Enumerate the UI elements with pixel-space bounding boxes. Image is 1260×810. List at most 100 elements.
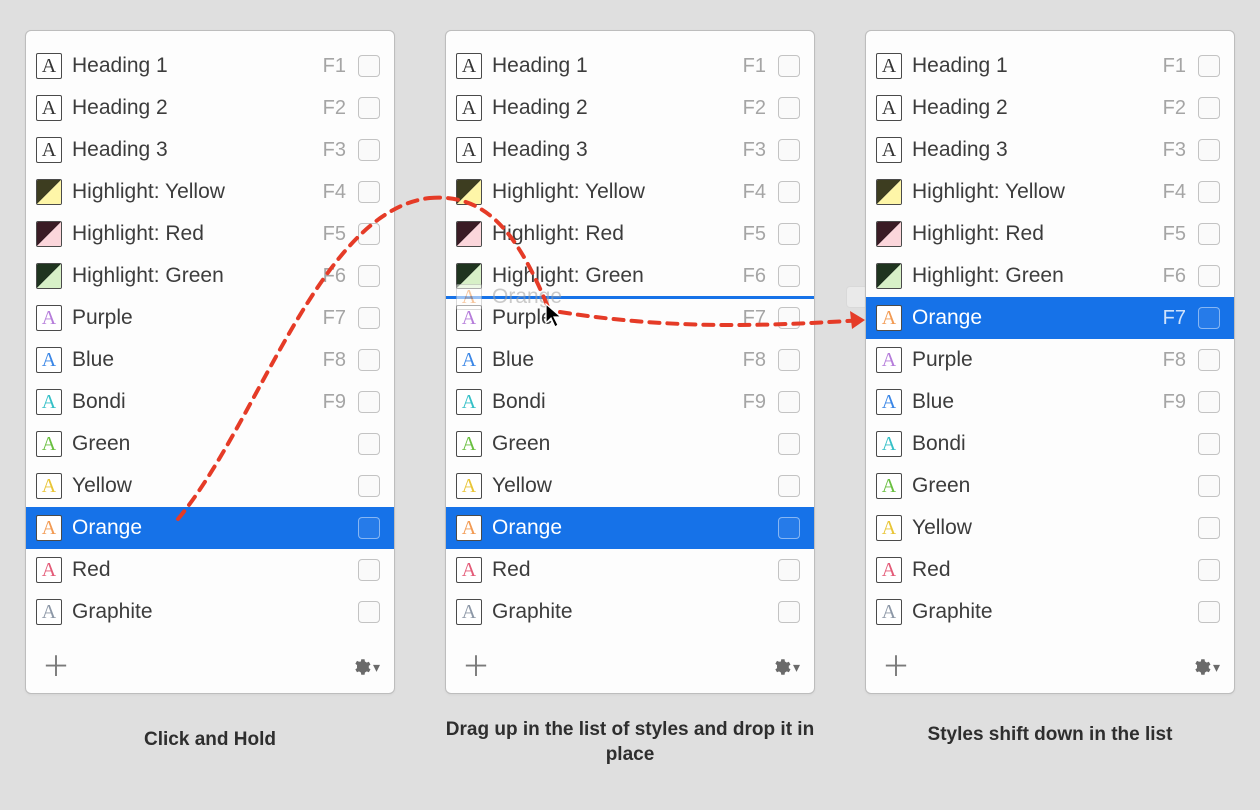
styles-list[interactable]: AHeading 1F1AHeading 2F2AHeading 3F3 Hig…	[26, 45, 394, 633]
style-actions-menu[interactable]: ▾	[351, 657, 380, 677]
style-visibility-checkbox[interactable]	[358, 433, 380, 455]
style-row[interactable]: Highlight: YellowF4	[446, 171, 814, 213]
style-row[interactable]: AHeading 3F3	[866, 129, 1234, 171]
style-visibility-checkbox[interactable]	[1198, 349, 1220, 371]
style-visibility-checkbox[interactable]	[778, 55, 800, 77]
style-visibility-checkbox[interactable]	[778, 265, 800, 287]
style-visibility-checkbox[interactable]	[358, 265, 380, 287]
style-row[interactable]: ABlueF8	[446, 339, 814, 381]
style-visibility-checkbox[interactable]	[778, 349, 800, 371]
style-row[interactable]: AHeading 1F1	[446, 45, 814, 87]
style-visibility-checkbox[interactable]	[1198, 559, 1220, 581]
style-row[interactable]: ARed	[26, 549, 394, 591]
style-visibility-checkbox[interactable]	[358, 55, 380, 77]
style-row[interactable]: AHeading 3F3	[446, 129, 814, 171]
style-label: Highlight: Red	[72, 222, 323, 246]
style-row[interactable]: Highlight: RedF5	[26, 213, 394, 255]
style-label: Blue	[912, 390, 1163, 414]
style-row[interactable]: Highlight: YellowF4	[26, 171, 394, 213]
style-visibility-checkbox[interactable]	[1198, 391, 1220, 413]
style-visibility-checkbox[interactable]	[358, 181, 380, 203]
style-visibility-checkbox[interactable]	[1198, 55, 1220, 77]
style-row[interactable]: AGreen	[26, 423, 394, 465]
style-visibility-checkbox[interactable]	[358, 349, 380, 371]
style-row[interactable]: AOrange	[26, 507, 394, 549]
style-visibility-checkbox[interactable]	[358, 559, 380, 581]
styles-list[interactable]: AHeading 1F1AHeading 2F2AHeading 3F3 Hig…	[446, 45, 814, 633]
style-row[interactable]: ABlueF8	[26, 339, 394, 381]
style-actions-menu[interactable]: ▾	[1191, 657, 1220, 677]
style-visibility-checkbox[interactable]	[778, 307, 800, 329]
style-row[interactable]: ABondiF9	[26, 381, 394, 423]
style-row[interactable]: Highlight: GreenF6	[26, 255, 394, 297]
style-visibility-checkbox[interactable]	[778, 223, 800, 245]
style-visibility-checkbox[interactable]	[358, 475, 380, 497]
style-actions-menu[interactable]: ▾	[771, 657, 800, 677]
style-visibility-checkbox[interactable]	[358, 391, 380, 413]
style-row[interactable]: APurpleF7	[446, 297, 814, 339]
style-row[interactable]: AGraphite	[866, 591, 1234, 633]
style-row[interactable]: AGreen	[866, 465, 1234, 507]
style-visibility-checkbox[interactable]	[358, 517, 380, 539]
style-shortcut: F9	[743, 391, 766, 414]
chevron-down-icon: ▾	[793, 659, 800, 676]
style-row[interactable]: ARed	[866, 549, 1234, 591]
style-visibility-checkbox[interactable]	[778, 475, 800, 497]
style-visibility-checkbox[interactable]	[358, 97, 380, 119]
style-visibility-checkbox[interactable]	[778, 433, 800, 455]
add-style-button[interactable]: ＋	[882, 653, 910, 681]
style-row[interactable]: AYellow	[866, 507, 1234, 549]
style-row[interactable]: AOrangeF7	[866, 297, 1234, 339]
style-visibility-checkbox[interactable]	[778, 181, 800, 203]
style-visibility-checkbox[interactable]	[1198, 181, 1220, 203]
style-visibility-checkbox[interactable]	[1198, 139, 1220, 161]
style-visibility-checkbox[interactable]	[358, 223, 380, 245]
style-row[interactable]: AHeading 1F1	[866, 45, 1234, 87]
style-row[interactable]: APurpleF7	[26, 297, 394, 339]
style-row[interactable]: AOrange	[446, 507, 814, 549]
style-row[interactable]: AHeading 2F2	[26, 87, 394, 129]
style-row[interactable]: ABondiF9	[446, 381, 814, 423]
style-visibility-checkbox[interactable]	[358, 307, 380, 329]
style-row[interactable]: ABlueF9	[866, 381, 1234, 423]
style-row[interactable]: Highlight: RedF5	[446, 213, 814, 255]
style-row[interactable]: AHeading 3F3	[26, 129, 394, 171]
style-row[interactable]: AHeading 1F1	[26, 45, 394, 87]
style-row[interactable]: APurpleF8	[866, 339, 1234, 381]
style-row[interactable]: AYellow	[26, 465, 394, 507]
style-visibility-checkbox[interactable]	[1198, 307, 1220, 329]
style-visibility-checkbox[interactable]	[778, 559, 800, 581]
style-visibility-checkbox[interactable]	[778, 97, 800, 119]
style-visibility-checkbox[interactable]	[778, 517, 800, 539]
style-visibility-checkbox[interactable]	[778, 601, 800, 623]
style-visibility-checkbox[interactable]	[1198, 475, 1220, 497]
style-row[interactable]: AHeading 2F2	[446, 87, 814, 129]
add-style-button[interactable]: ＋	[42, 653, 70, 681]
style-row[interactable]: ARed	[446, 549, 814, 591]
style-row[interactable]: Highlight: GreenF6	[446, 255, 814, 297]
style-visibility-checkbox[interactable]	[1198, 433, 1220, 455]
style-visibility-checkbox[interactable]	[778, 391, 800, 413]
style-row[interactable]: Highlight: YellowF4	[866, 171, 1234, 213]
style-row[interactable]: ABondi	[866, 423, 1234, 465]
style-row[interactable]: AGreen	[446, 423, 814, 465]
style-visibility-checkbox[interactable]	[1198, 265, 1220, 287]
style-visibility-checkbox[interactable]	[358, 139, 380, 161]
style-row[interactable]: Highlight: GreenF6	[866, 255, 1234, 297]
style-visibility-checkbox[interactable]	[1198, 517, 1220, 539]
add-style-button[interactable]: ＋	[462, 653, 490, 681]
style-label: Graphite	[72, 600, 346, 624]
style-visibility-checkbox[interactable]	[778, 139, 800, 161]
style-row[interactable]: AGraphite	[26, 591, 394, 633]
style-row[interactable]: AGraphite	[446, 591, 814, 633]
style-visibility-checkbox[interactable]	[1198, 223, 1220, 245]
styles-list[interactable]: AHeading 1F1AHeading 2F2AHeading 3F3 Hig…	[866, 45, 1234, 633]
style-row[interactable]: Highlight: RedF5	[866, 213, 1234, 255]
style-row[interactable]: AHeading 2F2	[866, 87, 1234, 129]
style-visibility-checkbox[interactable]	[1198, 601, 1220, 623]
style-swatch-icon: A	[876, 137, 902, 163]
style-visibility-checkbox[interactable]	[358, 601, 380, 623]
style-row[interactable]: AYellow	[446, 465, 814, 507]
style-visibility-checkbox[interactable]	[1198, 97, 1220, 119]
style-swatch-icon: A	[36, 473, 62, 499]
